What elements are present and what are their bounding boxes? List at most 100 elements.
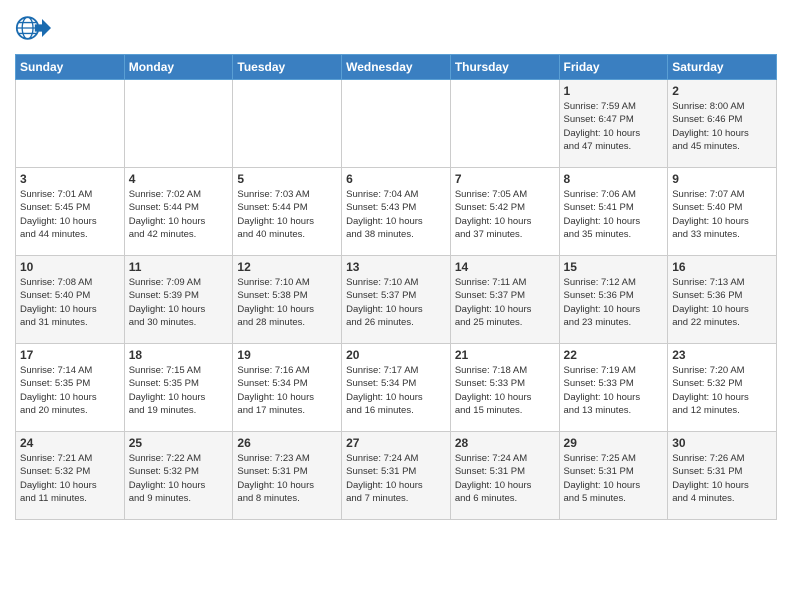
day-number: 25 [129,436,229,450]
week-row-4: 17 Sunrise: 7:14 AM Sunset: 5:35 PM Dayli… [16,344,777,432]
page: SundayMondayTuesdayWednesdayThursdayFrid… [0,0,792,612]
day-info: Sunrise: 7:20 AM Sunset: 5:32 PM Dayligh… [672,364,772,417]
calendar-body: 1Sunrise: 7:59 AM Sunset: 6:47 PM Daylig… [16,80,777,520]
week-row-2: 3 Sunrise: 7:01 AM Sunset: 5:45 PM Daylig… [16,168,777,256]
day-info: Sunrise: 8:00 AM Sunset: 6:46 PM Dayligh… [672,100,772,153]
weekday-header-row: SundayMondayTuesdayWednesdayThursdayFrid… [16,55,777,80]
day-info: Sunrise: 7:16 AM Sunset: 5:34 PM Dayligh… [237,364,337,417]
day-info: Sunrise: 7:02 AM Sunset: 5:44 PM Dayligh… [129,188,229,241]
calendar-cell: 14 Sunrise: 7:11 AM Sunset: 5:37 PM Dayli… [450,256,559,344]
day-number: 15 [564,260,664,274]
day-info: Sunrise: 7:06 AM Sunset: 5:41 PM Dayligh… [564,188,664,241]
day-info: Sunrise: 7:10 AM Sunset: 5:37 PM Dayligh… [346,276,446,329]
calendar-cell [450,80,559,168]
calendar: SundayMondayTuesdayWednesdayThursdayFrid… [15,54,777,520]
day-number: 10 [20,260,120,274]
day-info: Sunrise: 7:04 AM Sunset: 5:43 PM Dayligh… [346,188,446,241]
day-number: 5 [237,172,337,186]
day-info: Sunrise: 7:07 AM Sunset: 5:40 PM Dayligh… [672,188,772,241]
day-number: 8 [564,172,664,186]
day-info: Sunrise: 7:24 AM Sunset: 5:31 PM Dayligh… [455,452,555,505]
calendar-cell: 13 Sunrise: 7:10 AM Sunset: 5:37 PM Dayli… [342,256,451,344]
calendar-cell: 9 Sunrise: 7:07 AM Sunset: 5:40 PM Daylig… [668,168,777,256]
weekday-header-wednesday: Wednesday [342,55,451,80]
weekday-header-thursday: Thursday [450,55,559,80]
calendar-cell: 6Sunrise: 7:04 AM Sunset: 5:43 PM Daylig… [342,168,451,256]
day-info: Sunrise: 7:13 AM Sunset: 5:36 PM Dayligh… [672,276,772,329]
calendar-cell: 19 Sunrise: 7:16 AM Sunset: 5:34 PM Dayli… [233,344,342,432]
calendar-cell: 1Sunrise: 7:59 AM Sunset: 6:47 PM Daylig… [559,80,668,168]
day-info: Sunrise: 7:14 AM Sunset: 5:35 PM Dayligh… [20,364,120,417]
calendar-cell: 16 Sunrise: 7:13 AM Sunset: 5:36 PM Dayli… [668,256,777,344]
day-info: Sunrise: 7:11 AM Sunset: 5:37 PM Dayligh… [455,276,555,329]
calendar-cell: 24 Sunrise: 7:21 AM Sunset: 5:32 PM Dayli… [16,432,125,520]
day-info: Sunrise: 7:59 AM Sunset: 6:47 PM Dayligh… [564,100,664,153]
day-number: 13 [346,260,446,274]
calendar-cell: 4 Sunrise: 7:02 AM Sunset: 5:44 PM Daylig… [124,168,233,256]
calendar-cell: 10 Sunrise: 7:08 AM Sunset: 5:40 PM Dayli… [16,256,125,344]
day-info: Sunrise: 7:08 AM Sunset: 5:40 PM Dayligh… [20,276,120,329]
day-info: Sunrise: 7:26 AM Sunset: 5:31 PM Dayligh… [672,452,772,505]
day-number: 27 [346,436,446,450]
day-info: Sunrise: 7:21 AM Sunset: 5:32 PM Dayligh… [20,452,120,505]
day-info: Sunrise: 7:25 AM Sunset: 5:31 PM Dayligh… [564,452,664,505]
day-info: Sunrise: 7:22 AM Sunset: 5:32 PM Dayligh… [129,452,229,505]
day-info: Sunrise: 7:12 AM Sunset: 5:36 PM Dayligh… [564,276,664,329]
day-number: 23 [672,348,772,362]
day-number: 24 [20,436,120,450]
day-info: Sunrise: 7:15 AM Sunset: 5:35 PM Dayligh… [129,364,229,417]
day-number: 2 [672,84,772,98]
day-number: 22 [564,348,664,362]
weekday-header-monday: Monday [124,55,233,80]
day-info: Sunrise: 7:05 AM Sunset: 5:42 PM Dayligh… [455,188,555,241]
day-number: 9 [672,172,772,186]
calendar-cell: 29 Sunrise: 7:25 AM Sunset: 5:31 PM Dayli… [559,432,668,520]
calendar-cell: 18 Sunrise: 7:15 AM Sunset: 5:35 PM Dayli… [124,344,233,432]
day-info: Sunrise: 7:19 AM Sunset: 5:33 PM Dayligh… [564,364,664,417]
calendar-cell: 8 Sunrise: 7:06 AM Sunset: 5:41 PM Daylig… [559,168,668,256]
day-number: 12 [237,260,337,274]
day-number: 29 [564,436,664,450]
day-number: 18 [129,348,229,362]
logo-icon [15,10,51,46]
day-info: Sunrise: 7:01 AM Sunset: 5:45 PM Dayligh… [20,188,120,241]
calendar-cell: 28Sunrise: 7:24 AM Sunset: 5:31 PM Dayli… [450,432,559,520]
calendar-cell: 11 Sunrise: 7:09 AM Sunset: 5:39 PM Dayli… [124,256,233,344]
day-number: 16 [672,260,772,274]
calendar-cell: 20Sunrise: 7:17 AM Sunset: 5:34 PM Dayli… [342,344,451,432]
calendar-cell: 30 Sunrise: 7:26 AM Sunset: 5:31 PM Dayli… [668,432,777,520]
day-number: 17 [20,348,120,362]
logo [15,10,55,46]
week-row-3: 10 Sunrise: 7:08 AM Sunset: 5:40 PM Dayli… [16,256,777,344]
calendar-cell [342,80,451,168]
weekday-header-sunday: Sunday [16,55,125,80]
calendar-cell: 15 Sunrise: 7:12 AM Sunset: 5:36 PM Dayli… [559,256,668,344]
day-info: Sunrise: 7:18 AM Sunset: 5:33 PM Dayligh… [455,364,555,417]
header [15,10,777,46]
calendar-cell [124,80,233,168]
weekday-header-tuesday: Tuesday [233,55,342,80]
calendar-cell [233,80,342,168]
calendar-cell: 17 Sunrise: 7:14 AM Sunset: 5:35 PM Dayli… [16,344,125,432]
day-number: 4 [129,172,229,186]
calendar-cell: 12Sunrise: 7:10 AM Sunset: 5:38 PM Dayli… [233,256,342,344]
day-number: 26 [237,436,337,450]
calendar-cell: 25 Sunrise: 7:22 AM Sunset: 5:32 PM Dayli… [124,432,233,520]
day-info: Sunrise: 7:03 AM Sunset: 5:44 PM Dayligh… [237,188,337,241]
day-info: Sunrise: 7:09 AM Sunset: 5:39 PM Dayligh… [129,276,229,329]
calendar-cell: 7 Sunrise: 7:05 AM Sunset: 5:42 PM Daylig… [450,168,559,256]
calendar-cell: 27Sunrise: 7:24 AM Sunset: 5:31 PM Dayli… [342,432,451,520]
calendar-cell: 2 Sunrise: 8:00 AM Sunset: 6:46 PM Daylig… [668,80,777,168]
day-number: 30 [672,436,772,450]
day-number: 11 [129,260,229,274]
calendar-cell: 21Sunrise: 7:18 AM Sunset: 5:33 PM Dayli… [450,344,559,432]
day-number: 19 [237,348,337,362]
day-info: Sunrise: 7:17 AM Sunset: 5:34 PM Dayligh… [346,364,446,417]
calendar-cell: 5 Sunrise: 7:03 AM Sunset: 5:44 PM Daylig… [233,168,342,256]
weekday-header-friday: Friday [559,55,668,80]
day-number: 14 [455,260,555,274]
day-number: 7 [455,172,555,186]
day-number: 3 [20,172,120,186]
week-row-5: 24 Sunrise: 7:21 AM Sunset: 5:32 PM Dayli… [16,432,777,520]
calendar-cell: 26Sunrise: 7:23 AM Sunset: 5:31 PM Dayli… [233,432,342,520]
